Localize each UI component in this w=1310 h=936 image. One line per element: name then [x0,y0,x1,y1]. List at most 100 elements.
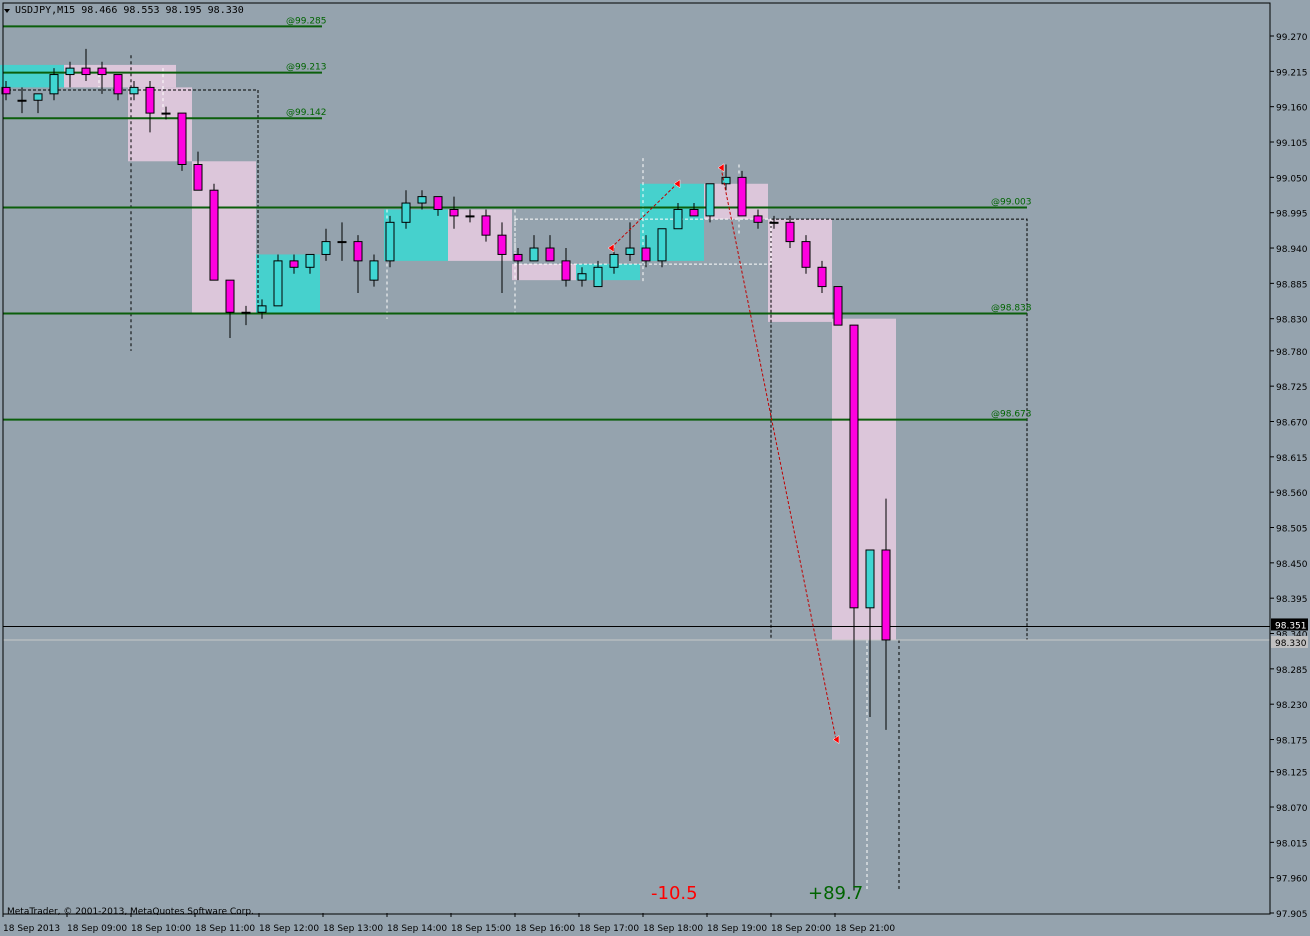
bear-candle [449,208,459,217]
trade-pnl-positive: +89.7 [808,883,863,904]
bull-candle [705,183,715,217]
bear-candle [481,215,491,236]
bear-candle [881,549,891,641]
bear-candle [353,241,363,262]
bear-candle [801,241,811,268]
y-tick-label: 98.125 [1276,769,1308,779]
level-label: @98.838 [991,304,1032,314]
bull-candle [865,549,875,609]
y-tick-label: 98.175 [1276,737,1308,747]
bear-candle [817,266,827,288]
price-chart[interactable]: @99.285 @99.213 @99.142 @99.003 @98.838 @98.6… [0,0,1310,936]
bear-candle [209,189,219,281]
bear-candle [177,112,187,165]
level-label: @99.003 [991,198,1032,208]
y-tick-label: 98.450 [1276,560,1308,570]
y-tick-label: 99.215 [1276,68,1308,78]
bull-candle [417,196,427,204]
bear-candle [833,286,843,326]
bull-candle [401,202,411,223]
bear-candle [289,260,299,268]
bull-candle [65,67,75,76]
bull-candle [529,247,539,262]
bear-candle [737,176,747,217]
level-label: @99.285 [286,16,327,26]
x-tick-label: 18 Sep 14:00 [387,924,447,934]
supply-demand-zones [0,64,896,640]
trade-arrow-icon [607,243,615,253]
y-tick-label: 98.670 [1276,418,1308,428]
y-tick-label: 98.015 [1276,839,1308,849]
y-tick-label: 98.070 [1276,804,1308,814]
trade-pnl-negative: -10.5 [651,883,698,904]
bull-candle [577,273,587,281]
bull-candle [49,74,59,95]
bull-candle [161,112,171,115]
bear-candle [641,247,651,262]
level-label: @98.673 [991,410,1032,420]
bear-candle [545,247,555,262]
bear-candle [97,67,107,76]
y-tick-label: 97.905 [1276,910,1308,920]
y-tick-label: 99.160 [1276,104,1308,114]
x-tick-label: 18 Sep 21:00 [835,924,895,934]
bull-candle [273,260,283,307]
price-tag-label: 98.351 [1275,621,1307,631]
bull-candle [129,86,139,95]
level-label: @99.142 [286,108,327,118]
bull-candle [33,93,43,101]
bull-candle [593,266,603,288]
y-tick-label: 98.830 [1276,316,1308,326]
y-tick-label: 99.105 [1276,139,1308,149]
bull-candle [17,99,27,102]
y-tick-label: 98.505 [1276,525,1308,535]
bull-candle [465,215,475,218]
x-tick-label: 18 Sep 20:00 [771,924,831,934]
bull-candle [241,311,251,314]
y-tick-label: 98.725 [1276,383,1308,393]
y-tick-label: 98.885 [1276,280,1308,290]
bull-candle [321,241,331,255]
candlesticks [1,48,891,891]
bear-candle [785,221,795,243]
bull-candle [769,221,779,224]
bull-candle [657,228,667,262]
symbol-header: USDJPY,M15 98.466 98.553 98.195 98.330 [15,5,244,16]
x-tick-label: 18 Sep 12:00 [259,924,319,934]
y-tick-label: 98.615 [1276,454,1308,464]
x-tick-label: 18 Sep 13:00 [323,924,383,934]
bear-candle [753,215,763,223]
x-tick-label: 18 Sep 18:00 [643,924,703,934]
fibo-levels: @99.285 @99.213 @99.142 @99.003 @98.838 @98.6… [3,16,1270,641]
bull-candle [385,221,395,262]
x-tick-label: 18 Sep 09:00 [67,924,127,934]
y-tick-label: 99.050 [1276,174,1308,184]
bear-candle [497,234,507,255]
y-tick-label: 97.960 [1276,875,1308,885]
x-tick-label: 18 Sep 19:00 [707,924,767,934]
level-label: @99.213 [286,63,327,73]
bear-candle [145,86,155,114]
y-tick-label: 98.395 [1276,595,1308,605]
y-tick-label: 98.780 [1276,348,1308,358]
bull-candle [257,305,267,313]
bear-candle [849,324,859,609]
y-tick-label: 99.270 [1276,33,1308,43]
x-tick-label: 18 Sep 2013 [3,924,60,934]
x-tick-label: 18 Sep 10:00 [131,924,191,934]
x-tick-label: 18 Sep 16:00 [515,924,575,934]
bull-candle [673,208,683,230]
triangle-down-icon[interactable] [4,9,10,13]
y-tick-label: 98.560 [1276,489,1308,499]
bull-candle [305,253,315,268]
copyright-text: MetaTrader, © 2001-2013, MetaQuotes Soft… [7,907,254,917]
bear-candle [113,74,123,95]
x-tick-label: 18 Sep 11:00 [195,924,255,934]
y-tick-label: 98.285 [1276,666,1308,676]
x-tick-label: 18 Sep 17:00 [579,924,639,934]
trade-arrow-icon [717,163,725,173]
price-axis: 99.270 99.215 99.160 99.105 99.050 98.995 98.9… [2,2,1308,920]
price-tag-label: 98.330 [1275,639,1307,649]
bull-candle [609,253,619,268]
bear-candle [561,260,571,281]
